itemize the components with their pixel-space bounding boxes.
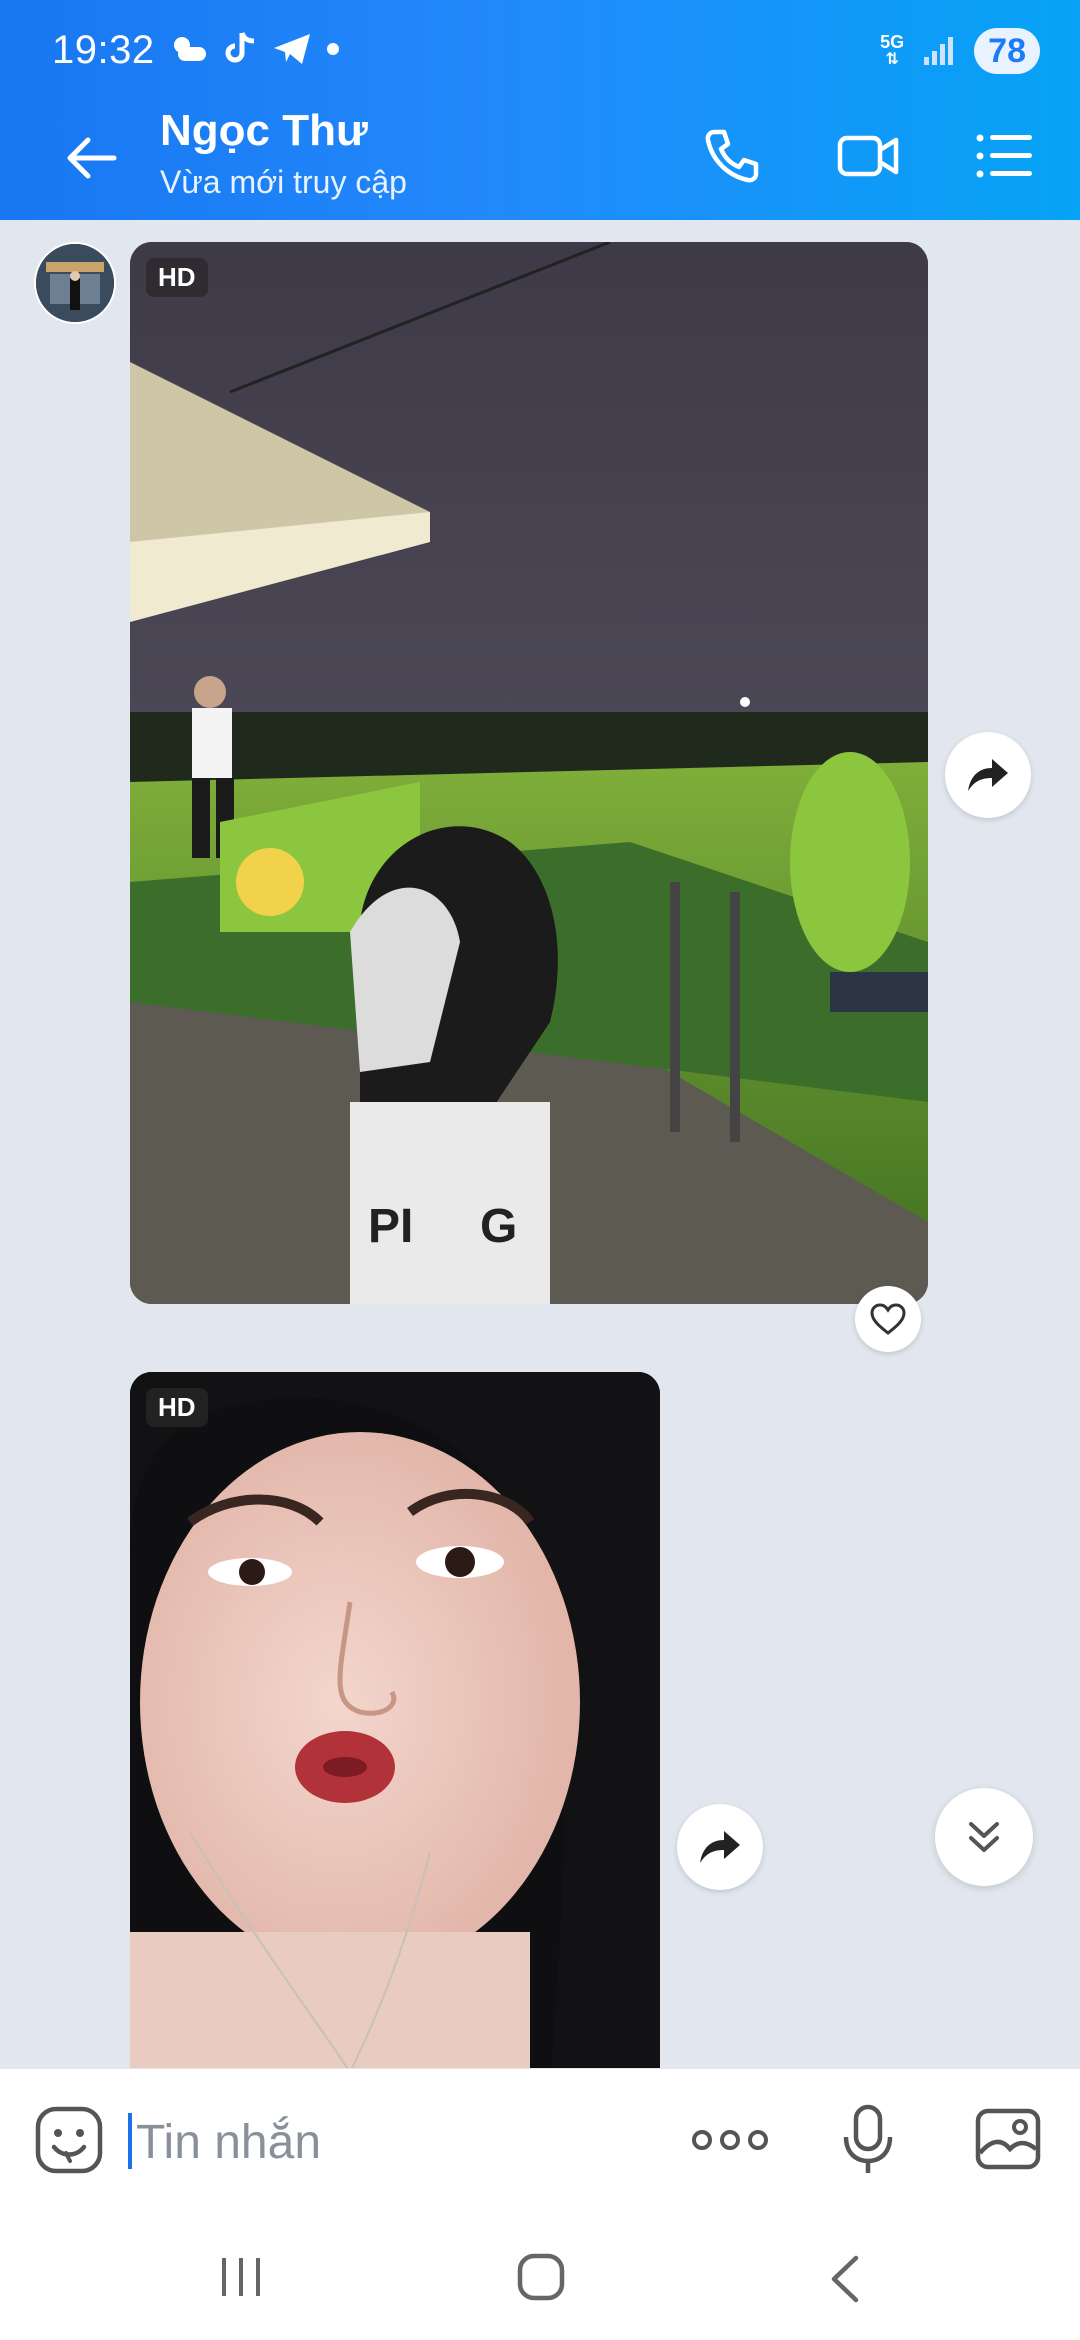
- system-back-icon[interactable]: [826, 2254, 862, 2304]
- recent-apps-icon[interactable]: [218, 2256, 264, 2298]
- svg-text:PI: PI: [368, 1200, 413, 1253]
- message-input-bar: Tin nhắn: [0, 2068, 1080, 2211]
- back-arrow-icon[interactable]: [62, 128, 122, 188]
- network-label: 5G: [880, 32, 905, 52]
- scroll-to-bottom-button[interactable]: [935, 1788, 1033, 1886]
- contact-status: Vừa mới truy cập: [160, 164, 407, 200]
- hd-badge: HD: [146, 258, 208, 297]
- weather-cloudy-icon: [174, 37, 206, 61]
- forward-button[interactable]: [677, 1804, 763, 1890]
- text-caret: [128, 2113, 132, 2169]
- more-icon[interactable]: [690, 2115, 770, 2165]
- hd-badge: HD: [146, 1388, 208, 1427]
- tiktok-icon: [225, 32, 255, 63]
- microphone-icon[interactable]: [840, 2103, 896, 2177]
- status-bar: 19:32 5G ⇅ 78: [0, 0, 1080, 100]
- telegram-icon: [274, 34, 310, 64]
- home-icon[interactable]: [516, 2252, 566, 2302]
- image-message-golf[interactable]: PI G HD: [130, 242, 928, 1304]
- dot-icon: [327, 43, 339, 55]
- battery-indicator: 78: [974, 28, 1040, 74]
- contact-name[interactable]: Ngọc Thư: [160, 106, 368, 156]
- forward-button[interactable]: [945, 732, 1031, 818]
- chevron-double-down-icon: [969, 1822, 999, 1852]
- data-arrows-icon: ⇅: [885, 51, 899, 68]
- system-nav-bar: [0, 2210, 1080, 2340]
- chat-header: Ngọc Thư Vừa mới truy cập: [0, 100, 1080, 220]
- golf-range-photo: PI G: [130, 242, 928, 1304]
- video-call-icon[interactable]: [836, 124, 900, 188]
- heart-icon: [870, 1303, 906, 1335]
- image-icon[interactable]: [974, 2107, 1042, 2171]
- image-message-selfie[interactable]: HD: [130, 1372, 660, 2068]
- phone-icon[interactable]: [700, 124, 764, 188]
- signal-icon: [924, 37, 954, 65]
- status-notification-icons: [170, 30, 340, 68]
- menu-icon[interactable]: [972, 124, 1036, 188]
- chat-area[interactable]: PI G HD HD: [0, 220, 1080, 2068]
- svg-text:G: G: [480, 1200, 517, 1253]
- emoji-icon[interactable]: [34, 2105, 104, 2175]
- forward-icon: [968, 759, 1008, 791]
- status-time: 19:32: [52, 28, 155, 72]
- status-right-group: 5G ⇅ 78: [880, 28, 1040, 74]
- forward-icon: [700, 1831, 740, 1863]
- avatar[interactable]: [34, 242, 116, 324]
- selfie-photo: [130, 1372, 660, 2068]
- message-input[interactable]: Tin nhắn: [128, 2099, 648, 2179]
- message-placeholder: Tin nhắn: [136, 2116, 322, 2169]
- network-type: 5G ⇅: [880, 33, 904, 69]
- react-heart-button[interactable]: [855, 1286, 921, 1352]
- top-bar: 19:32 5G ⇅ 78 Ngọc Thư Vừa mới truy cập: [0, 0, 1080, 220]
